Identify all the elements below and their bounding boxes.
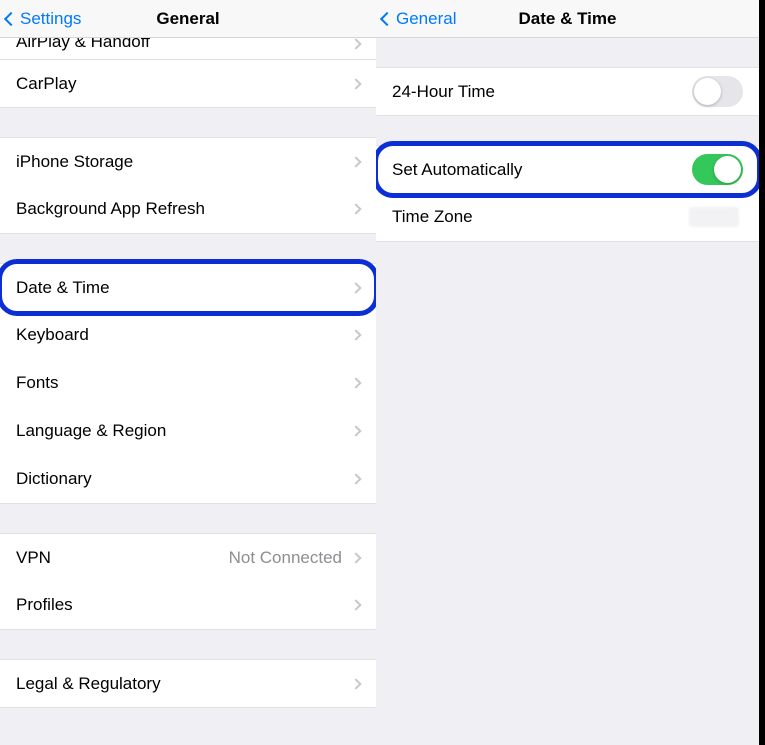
chevron-right-icon — [350, 156, 361, 167]
section-gap — [376, 116, 759, 146]
row-label: Keyboard — [16, 325, 352, 345]
row-keyboard[interactable]: Keyboard — [0, 311, 376, 360]
row-label: Fonts — [16, 373, 352, 393]
toggle-knob — [694, 78, 721, 105]
row-label: Date & Time — [16, 278, 352, 298]
back-label: General — [396, 9, 456, 29]
row-legal-regulatory[interactable]: Legal & Regulatory — [0, 659, 376, 708]
section-gap — [0, 234, 376, 264]
row-iphone-storage[interactable]: iPhone Storage — [0, 137, 376, 186]
row-dictionary[interactable]: Dictionary — [0, 455, 376, 504]
navbar-general: Settings General — [0, 0, 376, 38]
date-time-panel: General Date & Time 24-Hour Time Set Aut… — [376, 0, 759, 745]
back-to-general[interactable]: General — [382, 0, 456, 37]
row-label: Background App Refresh — [16, 199, 352, 219]
row-label: 24-Hour Time — [392, 82, 692, 102]
chevron-right-icon — [350, 599, 361, 610]
chevron-left-icon — [380, 11, 394, 25]
page-title-general: General — [156, 9, 219, 29]
row-label: Language & Region — [16, 421, 352, 441]
chevron-right-icon — [350, 282, 361, 293]
chevron-left-icon — [4, 11, 18, 25]
row-label: CarPlay — [16, 74, 352, 94]
toggle-24-hour-time[interactable] — [692, 76, 743, 107]
row-24-hour-time[interactable]: 24-Hour Time — [376, 67, 759, 116]
section-gap — [0, 630, 376, 660]
row-vpn[interactable]: VPN Not Connected — [0, 533, 376, 582]
chevron-right-icon — [350, 38, 361, 49]
row-label: Dictionary — [16, 469, 352, 489]
row-carplay[interactable]: CarPlay — [0, 59, 376, 108]
row-value: Not Connected — [229, 548, 342, 568]
general-settings-panel: Settings General AirPlay & Handoff CarPl… — [0, 0, 376, 745]
row-label: iPhone Storage — [16, 152, 352, 172]
back-to-settings[interactable]: Settings — [6, 0, 81, 37]
vertical-divider — [759, 0, 765, 745]
chevron-right-icon — [350, 425, 361, 436]
section-gap — [0, 108, 376, 138]
row-language-region[interactable]: Language & Region — [0, 407, 376, 456]
back-label: Settings — [20, 9, 81, 29]
chevron-right-icon — [350, 377, 361, 388]
chevron-right-icon — [350, 473, 361, 484]
row-set-automatically[interactable]: Set Automatically — [376, 145, 759, 194]
general-content: AirPlay & Handoff CarPlay iPhone Storage… — [0, 38, 376, 745]
row-label: Legal & Regulatory — [16, 674, 352, 694]
chevron-right-icon — [350, 329, 361, 340]
row-label: Profiles — [16, 595, 352, 615]
row-background-app-refresh[interactable]: Background App Refresh — [0, 185, 376, 234]
row-time-zone[interactable]: Time Zone — [376, 193, 759, 242]
page-title-date-time: Date & Time — [519, 9, 617, 29]
date-time-content: 24-Hour Time Set Automatically Time Zone — [376, 38, 759, 745]
row-fonts[interactable]: Fonts — [0, 359, 376, 408]
row-label: AirPlay & Handoff — [16, 38, 352, 46]
row-date-time[interactable]: Date & Time — [0, 263, 376, 312]
row-airplay-handoff[interactable]: AirPlay & Handoff — [0, 38, 376, 60]
chevron-right-icon — [350, 203, 361, 214]
navbar-date-time: General Date & Time — [376, 0, 759, 38]
chevron-right-icon — [350, 78, 361, 89]
chevron-right-icon — [350, 552, 361, 563]
section-gap — [0, 504, 376, 534]
section-gap — [376, 38, 759, 68]
row-profiles[interactable]: Profiles — [0, 581, 376, 630]
chevron-right-icon — [350, 678, 361, 689]
toggle-knob — [714, 156, 741, 183]
row-label: VPN — [16, 548, 229, 568]
row-label: Set Automatically — [392, 160, 692, 180]
timezone-value-blurred — [689, 207, 739, 227]
row-label: Time Zone — [392, 207, 689, 227]
toggle-set-automatically[interactable] — [692, 154, 743, 185]
